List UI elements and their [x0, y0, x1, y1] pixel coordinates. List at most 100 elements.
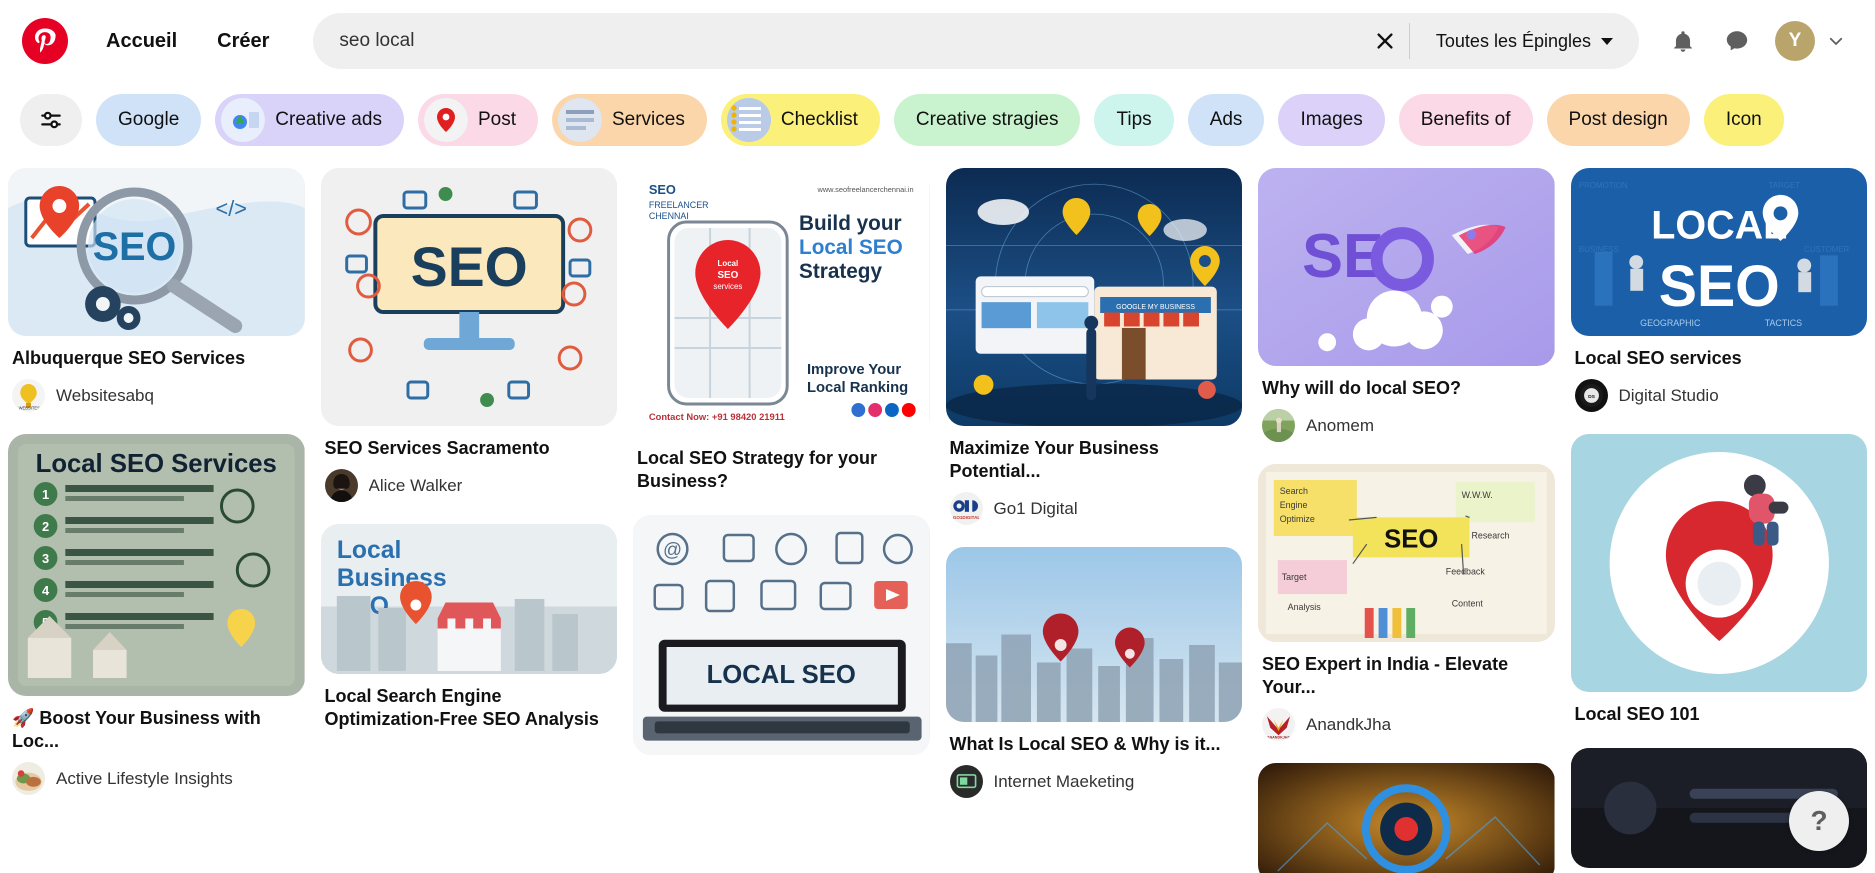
- filter-chip-creative-stragies[interactable]: Creative stragies: [893, 94, 1081, 146]
- pin-card[interactable]: Local SEO 101: [1570, 434, 1867, 726]
- laptop-local-seo-icons-photo-image[interactable]: @ LOCAL SEO: [633, 515, 930, 756]
- pin-author-name: Go1 Digital: [993, 498, 1078, 518]
- pin-card[interactable]: SEO FREELANCER CHENNAI www.seofreelancer…: [633, 168, 930, 493]
- build-local-seo-strategy-phone-graphic-image[interactable]: SEO FREELANCER CHENNAI www.seofreelancer…: [633, 168, 930, 436]
- svg-text:ANANDKJHA: ANANDKJHA: [1267, 736, 1291, 740]
- pin-author[interactable]: Internet Maeketing: [949, 765, 1239, 799]
- filter-chip-icon[interactable]: Icon: [1703, 94, 1784, 146]
- filter-chip-label: Post design: [1568, 109, 1668, 130]
- svg-text:TARGET: TARGET: [1768, 181, 1800, 190]
- svg-text:3: 3: [42, 551, 49, 566]
- app-header: Accueil Créer Toutes les Épingles Y: [0, 0, 1875, 82]
- pin-card[interactable]: PROMOTION TARGET BUSINESS CUSTOMER LOCAL S…: [1570, 168, 1867, 413]
- svg-text:SEO: SEO: [717, 270, 738, 281]
- svg-text:Feedback: Feedback: [1446, 566, 1486, 576]
- pin-card[interactable]: SE Why will do local SEO? Anomem: [1258, 168, 1555, 443]
- dark-gold-seo-circle-graphic-image[interactable]: [1258, 763, 1555, 873]
- filter-chip-services[interactable]: Services: [551, 94, 707, 146]
- pin-card[interactable]: @ LOCAL SEO: [633, 515, 930, 756]
- filter-chip-checklist[interactable]: Checklist: [720, 94, 880, 146]
- avatar[interactable]: Y: [1775, 21, 1815, 61]
- pin-author[interactable]: DS Digital Studio: [1574, 379, 1864, 413]
- filter-chip-tips[interactable]: Tips: [1094, 94, 1174, 146]
- pin-grid: SEO </> Albuquerque SEO Services WEBSITES…: [0, 158, 1875, 873]
- svg-text:SEO: SEO: [93, 225, 176, 269]
- help-icon[interactable]: ?: [1789, 791, 1849, 851]
- pin-card[interactable]: SEO Search Engine Optimize W.W.W. Target R…: [1258, 464, 1555, 742]
- pin-card[interactable]: SEO </> Albuquerque SEO Services WEBSITES…: [8, 168, 305, 413]
- bell-icon[interactable]: [1659, 17, 1707, 65]
- close-icon[interactable]: [1365, 21, 1405, 61]
- svg-text:CUSTOMER: CUSTOMER: [1804, 245, 1849, 254]
- pin-card[interactable]: [1258, 763, 1555, 873]
- pin-card[interactable]: GOOGLE MY BUSINESS Maximize Your Busines…: [945, 168, 1242, 526]
- svg-text:Strategy: Strategy: [799, 260, 882, 283]
- svg-text:Local Ranking: Local Ranking: [807, 380, 908, 396]
- local-business-seo-town-graphic-image[interactable]: Local Business SEO: [320, 524, 617, 675]
- svg-text:Content: Content: [1452, 598, 1484, 608]
- pin-card[interactable]: What Is Local SEO & Why is it... Internet…: [945, 547, 1242, 799]
- svg-text:CHENNAI: CHENNAI: [649, 211, 689, 221]
- nav-accueil[interactable]: Accueil: [86, 18, 197, 65]
- filter-chip-label: Tips: [1116, 109, 1152, 130]
- local-seo-blue-infographic-image[interactable]: PROMOTION TARGET BUSINESS CUSTOMER LOCAL S…: [1570, 168, 1867, 336]
- filter-chip-ads[interactable]: Ads: [1187, 94, 1265, 146]
- pin-author[interactable]: WEBSITES Websitesabq: [12, 379, 301, 413]
- pin-column-1: SEO </> Albuquerque SEO Services WEBSITES…: [8, 168, 305, 796]
- filter-chip-label: Services: [611, 109, 685, 130]
- pin-author[interactable]: Anomem: [1262, 409, 1551, 443]
- filter-chip-post-design[interactable]: Post design: [1546, 94, 1690, 146]
- sliders-icon[interactable]: [20, 94, 82, 146]
- pin-card[interactable]: Local SEO Services 1 2 3 4 🚀 Boost Your …: [8, 434, 305, 796]
- pin-author-name: Internet Maeketing: [993, 771, 1135, 791]
- pin-title: Local Search Engine Optimization-Free SE…: [324, 686, 599, 730]
- pin-author[interactable]: GO1DIGITAL Go1 Digital: [949, 492, 1239, 526]
- search-scope-dropdown[interactable]: Toutes les Épingles: [1414, 13, 1629, 69]
- svg-text:GEOGRAPHIC: GEOGRAPHIC: [1640, 318, 1701, 328]
- search-bar[interactable]: Toutes les Épingles: [313, 13, 1639, 69]
- chat-icon[interactable]: [1713, 17, 1761, 65]
- svg-text:Local SEO Services: Local SEO Services: [36, 450, 277, 478]
- svg-text:Improve Your: Improve Your: [807, 362, 901, 378]
- pin-author[interactable]: Alice Walker: [324, 469, 614, 503]
- filter-chip-images[interactable]: Images: [1278, 94, 1385, 146]
- svg-text:GOOGLE MY BUSINESS: GOOGLE MY BUSINESS: [1116, 304, 1195, 311]
- author-avatar: [324, 469, 358, 503]
- pin-author-name: Alice Walker: [368, 475, 463, 495]
- account-chevron-down-icon[interactable]: [1819, 24, 1853, 58]
- pin-author[interactable]: Active Lifestyle Insights: [12, 762, 301, 796]
- seo-notebook-sticky-notes-photo-image[interactable]: SEO Search Engine Optimize W.W.W. Target R…: [1258, 464, 1555, 643]
- city-skyline-pin-photo-image[interactable]: [945, 547, 1242, 723]
- svg-text:www.seofreelancerchennai.in: www.seofreelancerchennai.in: [817, 185, 914, 194]
- seo-magnifier-map-graphic-image[interactable]: SEO </>: [8, 168, 305, 336]
- local-seo-services-checklist-graphic-image[interactable]: Local SEO Services 1 2 3 4: [8, 434, 305, 697]
- pin-title: Maximize Your Business Potential...: [949, 438, 1159, 482]
- filter-chip-post[interactable]: Post: [417, 94, 538, 146]
- seo-doodle-monitor-graphic-image[interactable]: SEO: [320, 168, 617, 426]
- pin-author-name: AnandkJha: [1306, 714, 1392, 734]
- pin-card[interactable]: SEO SEO Services Sacramento Alice Walker: [320, 168, 617, 503]
- gmb-storefront-illustration-image[interactable]: GOOGLE MY BUSINESS: [945, 168, 1242, 426]
- svg-text:LOCAL SEO: LOCAL SEO: [707, 661, 856, 689]
- seo-rocket-3d-graphic-image[interactable]: SE: [1258, 168, 1555, 366]
- pin-card[interactable]: Local Business SEO Local Search Engine O: [320, 524, 617, 731]
- svg-text:SEO: SEO: [649, 182, 676, 197]
- chevron-down-icon: [1601, 37, 1613, 45]
- filter-chip-benefits-of[interactable]: Benefits of: [1398, 94, 1533, 146]
- binoculars-pin-illustration-image[interactable]: [1570, 434, 1867, 693]
- nav-creer[interactable]: Créer: [197, 18, 289, 65]
- svg-text:Build your: Build your: [799, 212, 902, 235]
- pin-column-6: PROMOTION TARGET BUSINESS CUSTOMER LOCAL S…: [1570, 168, 1867, 869]
- author-avatar: GO1DIGITAL: [949, 492, 983, 526]
- search-input[interactable]: [339, 30, 1365, 52]
- svg-text:Search: Search: [1280, 486, 1308, 496]
- pin-author[interactable]: ANANDKJHA AnandkJha: [1262, 708, 1551, 742]
- pinterest-logo-icon[interactable]: [22, 18, 68, 64]
- svg-text:WEBSITES: WEBSITES: [19, 406, 40, 411]
- pin-column-5: SE Why will do local SEO? Anomem SEO Sea…: [1258, 168, 1555, 873]
- filter-chip-google[interactable]: Google: [96, 94, 202, 146]
- pin-title: Local SEO services: [1574, 348, 1742, 368]
- filter-chip-creative-ads[interactable]: Creative ads: [215, 94, 404, 146]
- author-avatar: DS: [1574, 379, 1608, 413]
- author-avatar: [12, 762, 45, 796]
